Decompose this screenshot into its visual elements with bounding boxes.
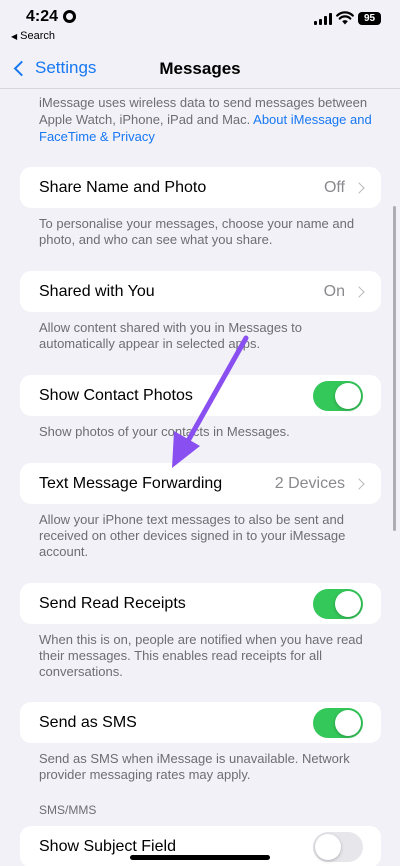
annotation-arrow: [172, 335, 249, 468]
home-indicator[interactable]: [130, 855, 270, 860]
scroll-indicator: [393, 206, 396, 531]
